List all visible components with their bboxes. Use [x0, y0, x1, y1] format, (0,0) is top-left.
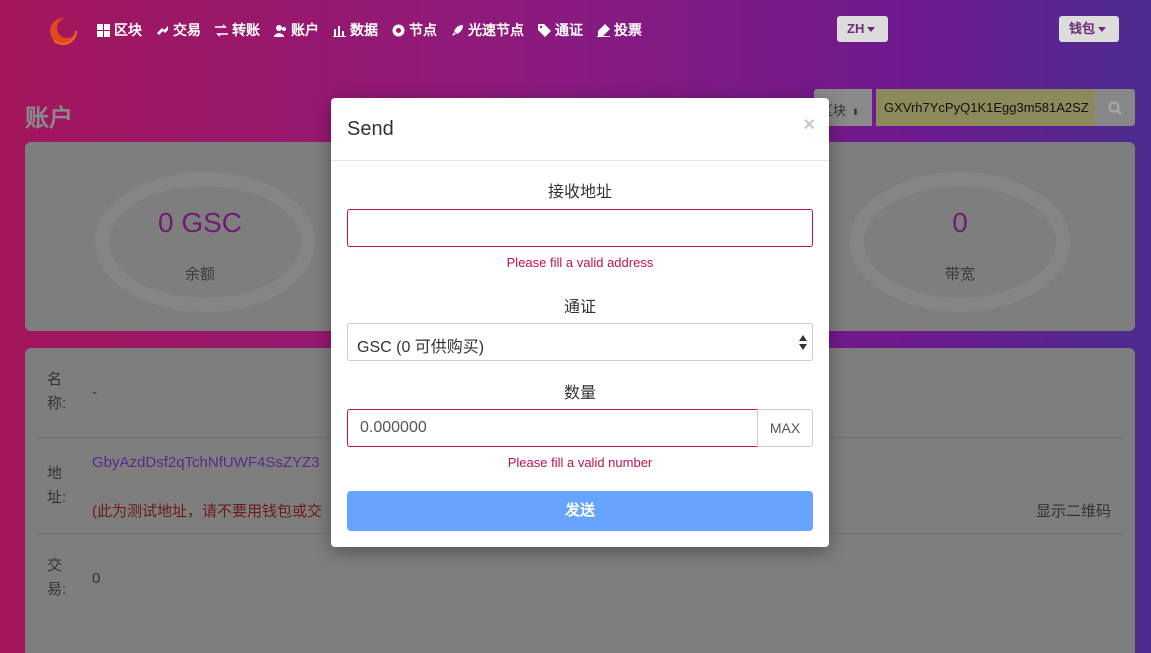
max-button[interactable]: MAX	[757, 409, 813, 447]
amount-input[interactable]: 0.000000	[347, 409, 758, 447]
send-button[interactable]: 发送	[347, 491, 813, 531]
token-label: 通证	[563, 299, 596, 316]
receive-address-input[interactable]	[347, 209, 813, 247]
token-select-value: GSC (0 可供购买)	[357, 339, 485, 356]
close-icon[interactable]: ×	[803, 114, 815, 137]
amount-label: 数量	[563, 385, 596, 402]
send-modal: Send × 接收地址 Please fill a valid address …	[331, 98, 829, 547]
select-arrows-icon	[799, 335, 807, 350]
token-select[interactable]: GSC (0 可供购买)	[347, 323, 813, 361]
modal-title: Send	[347, 118, 394, 140]
amount-error: Please fill a valid number	[507, 455, 653, 470]
receive-address-error: Please fill a valid address	[506, 255, 654, 270]
modal-header: Send ×	[331, 98, 829, 161]
receive-address-label: 接收地址	[547, 184, 612, 201]
